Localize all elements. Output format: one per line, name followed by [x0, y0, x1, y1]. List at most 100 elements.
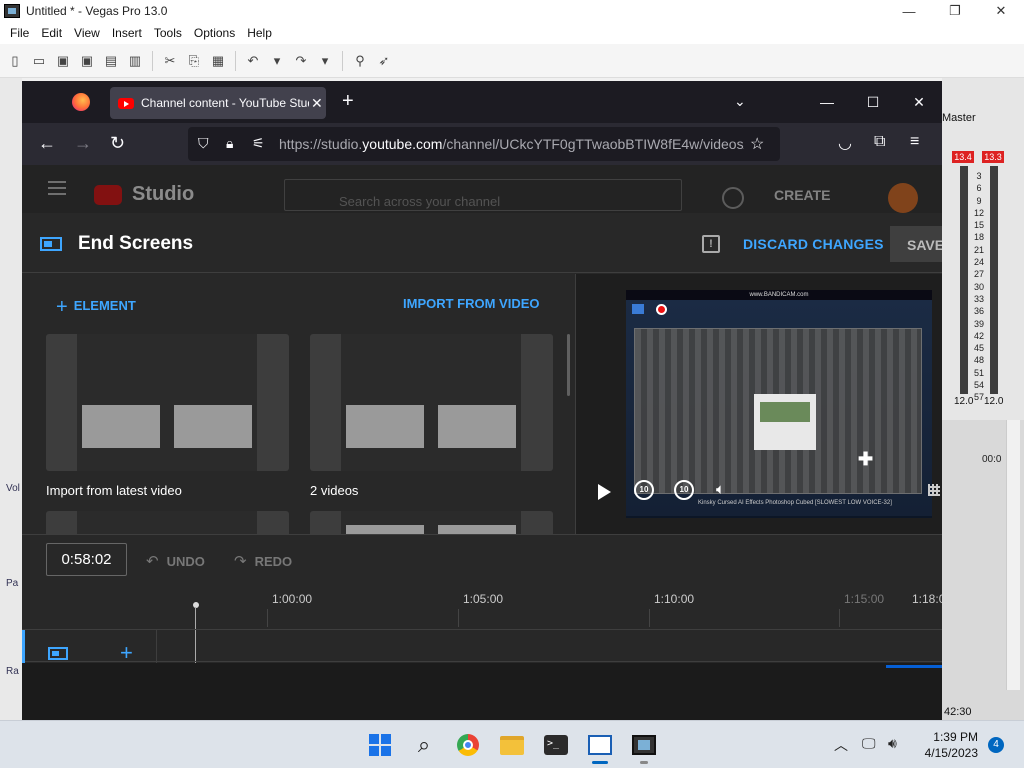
close-tab-icon[interactable]: ✕ — [311, 95, 323, 112]
seek-back-icon[interactable]: 10 — [634, 480, 654, 500]
reload-button[interactable]: ↻ — [110, 133, 125, 153]
menu-insert[interactable]: Insert — [106, 26, 148, 40]
tab-youtube-studio[interactable]: Channel content - YouTube Studio ✕ — [110, 87, 326, 119]
hamburger-menu-icon[interactable] — [48, 187, 66, 189]
app-menu-icon[interactable]: ≡ — [910, 133, 919, 151]
menu-edit[interactable]: Edit — [35, 26, 68, 40]
import-from-video-button[interactable]: IMPORT FROM VIDEO — [403, 296, 540, 311]
create-button[interactable]: CREATE — [774, 187, 831, 203]
new-file-icon[interactable]: ▯ — [4, 50, 26, 72]
permissions-icon[interactable]: ⚟ — [252, 135, 265, 152]
preview-record-icon — [656, 304, 667, 315]
browser-minimize-button[interactable]: — — [804, 81, 850, 123]
tracking-protection-icon[interactable]: ⛉ — [198, 135, 209, 152]
save-icon[interactable]: ▣ — [52, 50, 74, 72]
file-explorer-icon[interactable] — [498, 731, 526, 759]
firefox-view-icon[interactable] — [72, 93, 90, 111]
meter-scale-tick: 39 — [973, 318, 984, 329]
template-card-2-videos[interactable] — [310, 334, 553, 471]
extensions-icon[interactable]: ⧉ — [874, 133, 885, 151]
list-all-tabs-icon[interactable]: ⌄ — [734, 93, 746, 110]
panel-scrollbar[interactable] — [567, 334, 570, 396]
redo-dropdown-icon[interactable]: ▾ — [314, 50, 336, 72]
seek-forward-icon[interactable]: 10 — [674, 480, 694, 500]
menu-tools[interactable]: Tools — [148, 26, 188, 40]
youtube-logo-icon[interactable] — [94, 185, 122, 205]
vegas-close-button[interactable]: ✕ — [978, 0, 1024, 22]
menu-view[interactable]: View — [68, 26, 106, 40]
terminal-icon[interactable]: >_ — [542, 731, 570, 759]
taskbar-app-icon[interactable] — [586, 731, 614, 759]
meter-scale-tick: 9 — [976, 195, 982, 206]
meter-scale-tick: 48 — [973, 355, 984, 366]
render-icon[interactable]: ▤ — [100, 50, 122, 72]
windows-logo-icon — [369, 734, 391, 756]
vertical-scrollbar[interactable] — [1006, 420, 1020, 690]
open-folder-icon[interactable]: ▭ — [28, 50, 50, 72]
browser-close-button[interactable]: ✕ — [896, 81, 942, 123]
menu-file[interactable]: File — [4, 26, 35, 40]
show-hidden-icons-icon[interactable]: ︿ — [834, 735, 848, 755]
meter-scale-tick: 18 — [973, 232, 984, 243]
video-preview[interactable]: www.BANDICAM.com ✚ Kinsky Cursed AI Effe… — [626, 290, 932, 518]
forward-button[interactable]: → — [74, 133, 92, 153]
save-as-icon[interactable]: ▣ — [76, 50, 98, 72]
menu-options[interactable]: Options — [188, 26, 241, 40]
bookmark-star-icon[interactable]: ☆ — [750, 134, 764, 154]
menu-help[interactable]: Help — [241, 26, 278, 40]
meter-scale-tick: 51 — [973, 367, 984, 378]
system-clock[interactable]: 1:39 PM 4/15/2023 — [916, 729, 978, 761]
search-icon[interactable]: ⌕ — [410, 731, 438, 759]
meter-scale-tick: 21 — [973, 244, 984, 255]
new-tab-button[interactable]: + — [342, 91, 354, 111]
avatar[interactable] — [888, 183, 918, 213]
vegas-minimize-button[interactable]: — — [886, 0, 932, 22]
discard-changes-button[interactable]: DISCARD CHANGES — [743, 236, 884, 252]
template-card[interactable] — [310, 511, 553, 534]
ruler-tick — [649, 609, 650, 627]
lock-icon[interactable]: 🔒︎ — [226, 135, 233, 152]
url-bar[interactable]: ⛉ 🔒︎ ⚟ https://studio.youtube.com/channe… — [188, 127, 780, 161]
grid-icon[interactable] — [928, 484, 940, 496]
undo-icon[interactable]: ↶ — [242, 50, 264, 72]
save-button[interactable]: SAVE — [890, 226, 942, 262]
play-icon[interactable] — [598, 484, 611, 500]
vegas-restore-button[interactable]: ❐ — [932, 0, 978, 22]
template-card[interactable] — [46, 511, 289, 534]
feedback-icon[interactable]: ! — [702, 235, 720, 253]
start-button[interactable] — [366, 731, 394, 759]
copy-icon[interactable]: ⎘ — [183, 50, 205, 72]
template-element — [346, 525, 424, 534]
vegas-left-strip: Vol Pa Ra — [0, 78, 22, 720]
enable-snapping-icon[interactable]: ⚲ — [349, 50, 371, 72]
undo-dropdown-icon[interactable]: ▾ — [266, 50, 288, 72]
volume-icon[interactable]: 🔈︎ — [716, 481, 725, 498]
vegas-taskbar-icon[interactable] — [630, 731, 658, 759]
playhead-handle[interactable] — [193, 602, 199, 608]
windows-taskbar: ⌕ >_ ︿ 🖵︎ 🔊︎ 1:39 PM 4/15/2023 4 — [0, 720, 1024, 768]
notification-badge[interactable]: 4 — [988, 737, 1004, 753]
url-text[interactable]: https://studio.youtube.com/channel/UCkcY… — [279, 136, 744, 152]
studio-search-input[interactable]: Search across your channel — [284, 179, 682, 211]
cut-icon[interactable]: ✂ — [159, 50, 181, 72]
template-label: Import from latest video — [46, 483, 182, 498]
volume-tray-icon[interactable]: 🔊︎ — [888, 735, 897, 752]
properties-icon[interactable]: ▥ — [124, 50, 146, 72]
meter-scale-tick: 54 — [973, 380, 984, 391]
current-time-field[interactable]: 0:58:02 — [46, 543, 127, 576]
back-button[interactable]: ← — [38, 133, 56, 153]
template-card-import-latest[interactable] — [46, 334, 289, 471]
help-icon[interactable] — [722, 187, 744, 209]
redo-button[interactable]: ↷ REDO — [234, 552, 292, 570]
redo-icon[interactable]: ↷ — [290, 50, 312, 72]
chrome-icon[interactable] — [454, 731, 482, 759]
template-preview — [341, 334, 521, 471]
undo-button[interactable]: ↶ UNDO — [146, 552, 205, 570]
network-icon[interactable]: 🖵︎ — [862, 735, 876, 752]
browser-maximize-button[interactable]: ☐ — [850, 81, 896, 123]
pocket-icon[interactable]: ◡ — [838, 133, 852, 153]
paste-icon[interactable]: ▦ — [207, 50, 229, 72]
normal-edit-tool-icon[interactable]: ➶ — [373, 50, 395, 72]
end-screens-header: End Screens ! DISCARD CHANGES SAVE — [22, 213, 942, 273]
add-element-button[interactable]: + ELEMENT — [56, 296, 136, 319]
